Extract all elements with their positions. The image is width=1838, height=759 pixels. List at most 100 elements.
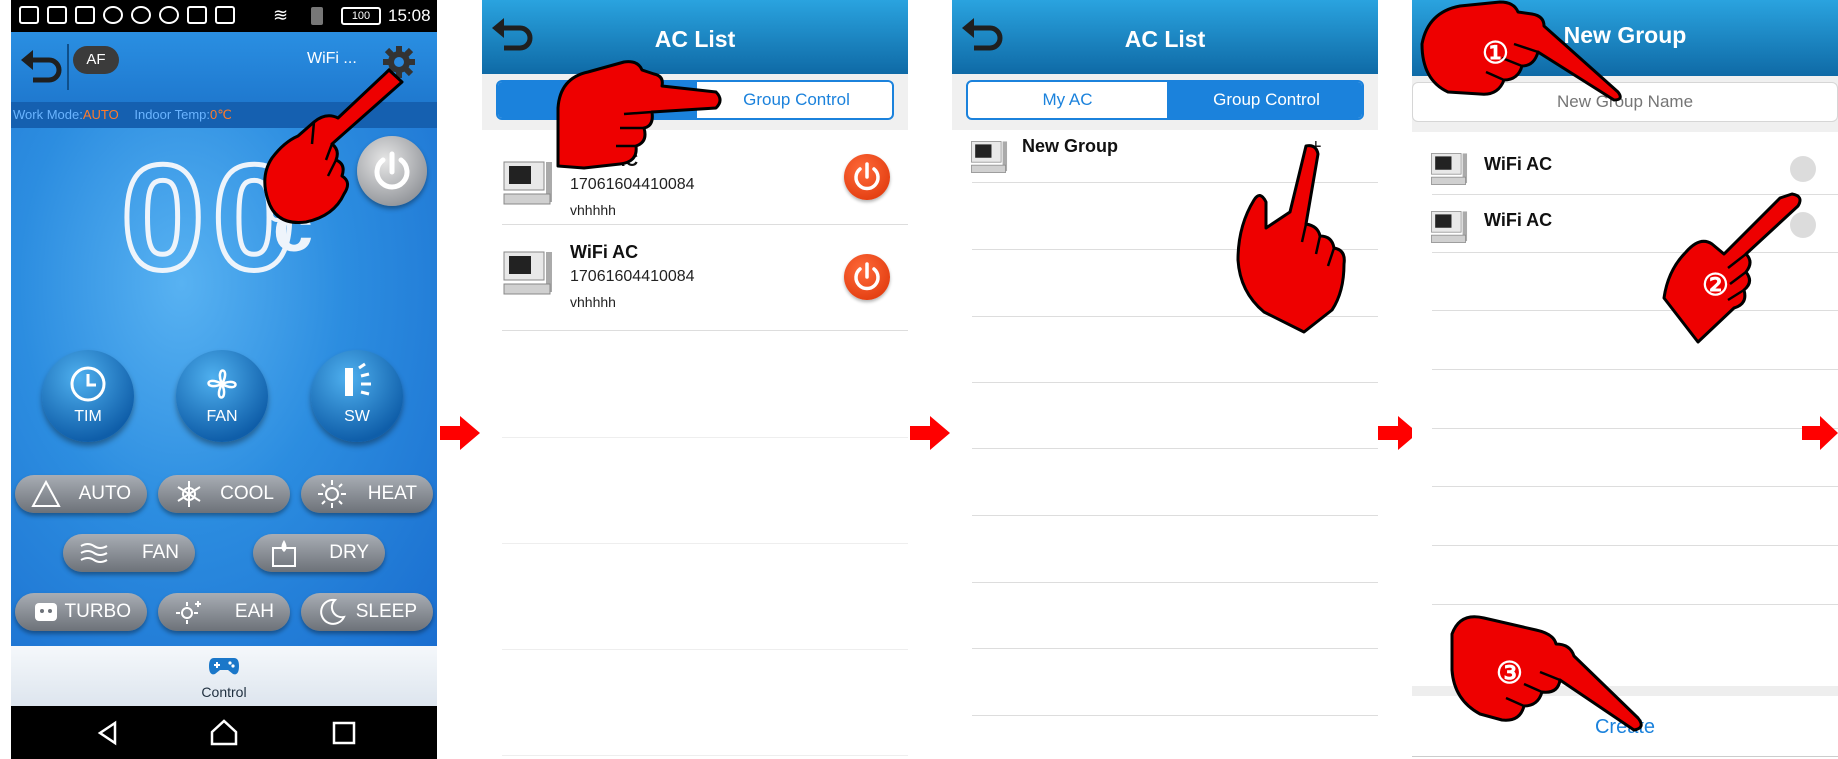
wind-icon [80,543,108,563]
row-divider [1432,545,1838,546]
sun-icon [318,480,346,508]
ac-select-row[interactable]: WiFi AC [1412,136,1838,194]
mode-dry-button[interactable]: DRY [253,534,385,572]
group-control-screen: AC List My AC Group Control New Group + [952,0,1378,759]
nav-back-icon[interactable] [95,720,121,746]
row-divider [972,448,1378,449]
clock-icon [70,366,106,402]
bottom-tab-bar: Control [11,646,437,706]
mode-turbo-label: TURBO [64,601,132,622]
tab-control-label[interactable]: Control [11,684,437,700]
mode-eah-button[interactable]: EAH [158,593,290,631]
triangle-icon [31,479,61,507]
power-icon [854,162,880,191]
arrow-right-icon [1802,416,1838,450]
arrow-right-icon [910,416,950,450]
app-icon [103,6,123,24]
power-button[interactable] [844,254,890,300]
row-divider [972,582,1378,583]
timer-button[interactable]: TIM [42,350,134,442]
row-divider [502,330,908,331]
sim-icon [311,7,323,25]
mode-sleep-label: SLEEP [355,601,417,622]
turbo-icon [35,603,57,621]
app-icon [159,6,179,24]
ac-id: 17061604410084 [570,176,695,193]
group-name: New Group [1022,136,1119,156]
snowflake-icon [177,481,201,507]
power-icon [854,262,880,291]
work-mode-value: AUTO [82,107,119,122]
fan-icon [207,369,237,399]
ac-name: WiFi AC [1484,210,1553,230]
mode-auto-label: AUTO [78,483,131,504]
mode-cool-label: COOL [220,483,274,504]
tab-my-ac[interactable]: My AC [968,82,1167,118]
wifi-icon: ≋ [273,5,289,25]
page-title: AC List [1124,26,1206,52]
pointer-hand-icon [1662,192,1802,344]
ac-unit-icon [1431,153,1468,185]
mode-fan-button[interactable]: FAN [63,534,195,572]
ac-list-item[interactable]: WiFi AC 17061604410084 vhhhhh [482,238,908,324]
power-button[interactable] [844,154,890,200]
tab-group-control[interactable]: Group Control [1167,82,1362,118]
mode-heat-button[interactable]: HEAT [301,475,433,513]
gamepad-icon[interactable] [208,654,240,678]
swing-button[interactable]: SW [311,350,403,442]
ac-unit-icon [503,161,552,205]
play-icon [187,6,207,24]
row-divider [1432,604,1838,605]
drop-icon [272,540,296,567]
new-group-screen: New Group WiFi AC WiFi AC Create ① [1412,0,1838,759]
sun-plus-icon [176,601,201,624]
ac-sub: vhhhhh [570,202,616,218]
pointer-hand-icon [263,68,404,225]
row-divider [1432,428,1838,429]
mode-cool-button[interactable]: COOL [158,475,290,513]
mode-auto-button[interactable]: AUTO [15,475,147,513]
page-title: AC List [654,26,736,52]
row-divider [1432,486,1838,487]
mail-icon [75,6,95,24]
back-icon[interactable] [19,46,65,86]
android-nav-bar [11,706,437,759]
ac-list-header: AC List [952,0,1378,74]
af-badge[interactable]: AF [73,46,119,74]
arrow-right-icon [440,416,480,450]
row-divider [502,649,908,650]
mode-fan-label: FAN [142,542,179,563]
step-3-label: ③ [1496,657,1523,690]
ac-name: WiFi AC [1484,154,1553,174]
select-checkbox[interactable] [1790,156,1816,182]
nav-home-icon[interactable] [209,718,239,746]
nav-recents-icon[interactable] [331,720,357,746]
status-bar: ≋ 100 15:08 [11,0,437,32]
ac-list-screen: AC List My AC Group Control WiFi AC 1706… [482,0,908,759]
battery-icon: 100 [341,7,381,25]
play-icon [215,6,235,24]
ac-name: WiFi AC [570,242,639,262]
mode-eah-label: EAH [234,601,274,622]
fan-speed-label: FAN [206,408,238,425]
indoor-temp-label: Indoor Temp: [134,107,210,122]
image-icon [47,6,67,24]
pointer-hand-icon [1236,144,1346,334]
segmented-control: My AC Group Control [966,80,1364,120]
segment-bar: My AC Group Control [952,74,1378,130]
mode-turbo-button[interactable]: TURBO [15,593,147,631]
tab-group-control[interactable]: Group Control [697,82,892,118]
row-divider [972,382,1378,383]
timer-label: TIM [74,408,102,425]
ac-control-screen: ≋ 100 15:08 AF WiFi ... Work Mode:AUTO I… [11,0,437,759]
swing-label: SW [344,408,370,425]
mode-sleep-button[interactable]: SLEEP [301,593,433,631]
app-icon [131,6,151,24]
row-divider [1432,369,1838,370]
moon-icon [320,598,346,625]
row-divider [502,437,908,438]
fan-speed-button[interactable]: FAN [176,350,268,442]
ac-sub: vhhhhh [570,294,616,310]
indoor-temp-value: 0℃ [210,107,232,122]
notification-icon [19,6,39,24]
